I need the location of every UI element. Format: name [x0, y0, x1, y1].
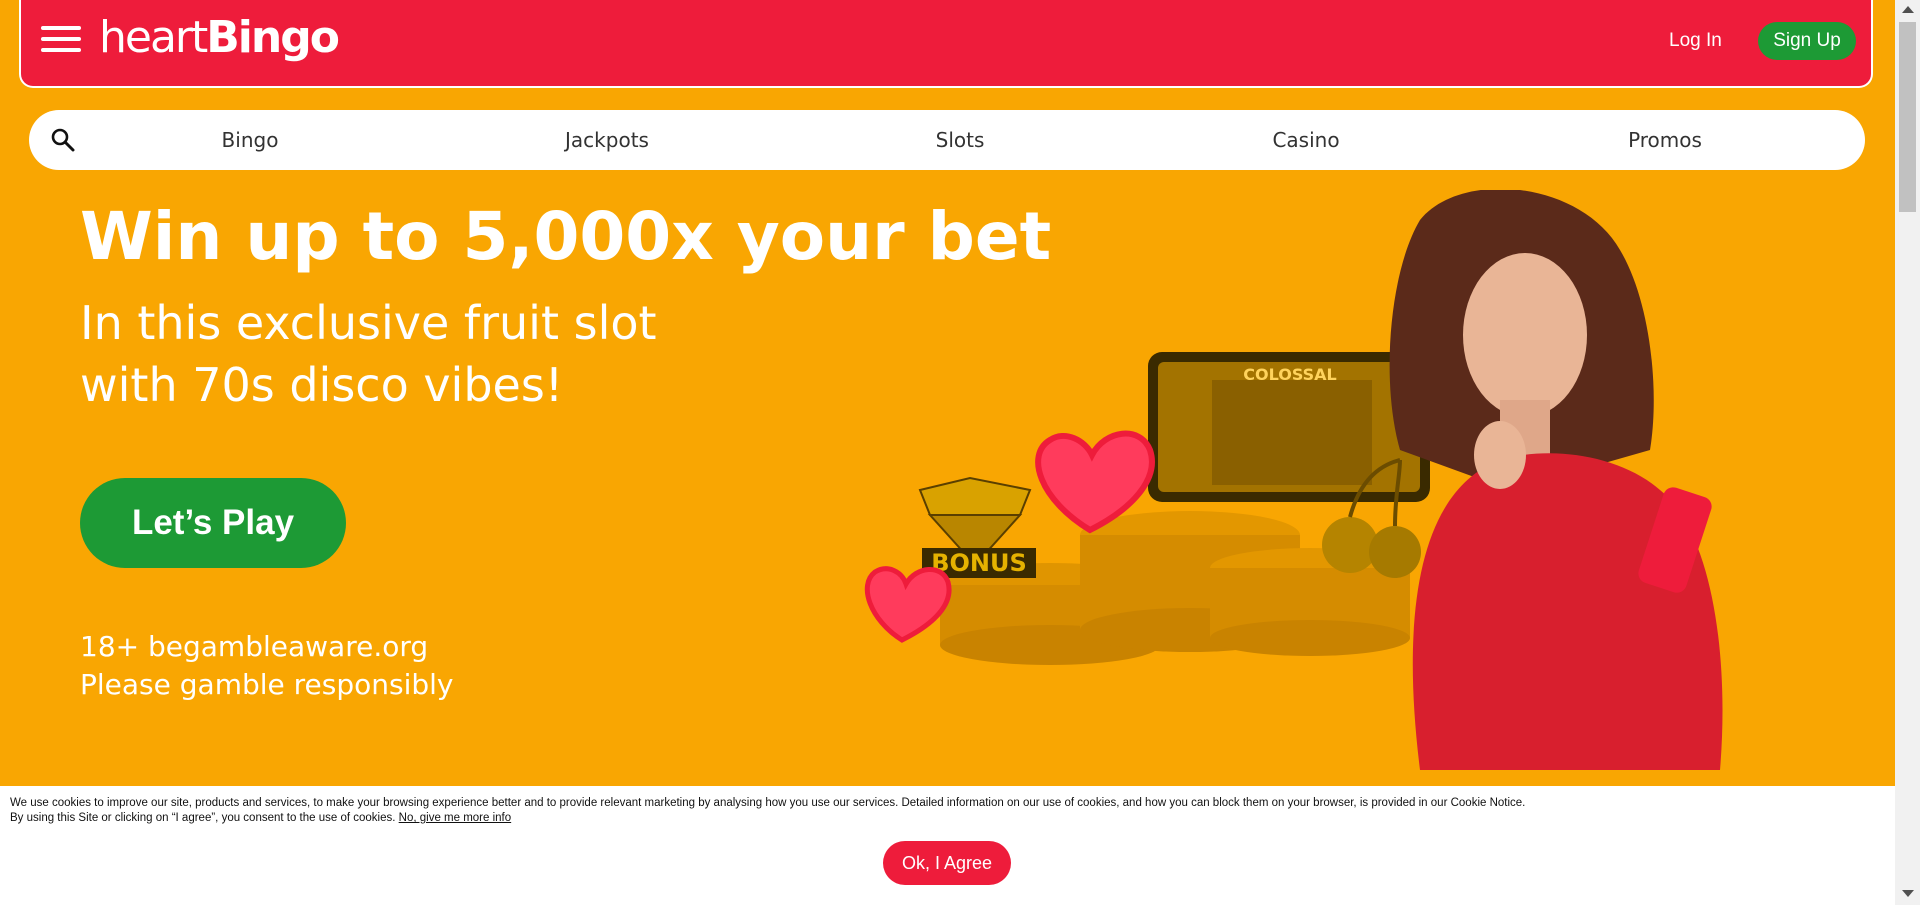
hero-artwork: COLOSSAL BONUS	[864, 190, 1723, 770]
slot-title: COLOSSAL	[1243, 365, 1336, 384]
nav-item-jackpots[interactable]: Jackpots	[565, 110, 649, 170]
bonus-label: BONUS	[931, 549, 1027, 577]
signup-button[interactable]: Sign Up	[1758, 22, 1856, 60]
more-info-link[interactable]: No, give me more info	[399, 812, 512, 824]
category-nav: Bingo Jackpots Slots Casino Promos	[29, 110, 1865, 170]
responsible-gambling-notice: 18+ begambleaware.org Please gamble resp…	[80, 628, 454, 704]
begambleaware-link[interactable]: 18+ begambleaware.org	[80, 630, 428, 663]
hero-subline-2: with 70s disco vibes!	[80, 358, 564, 412]
login-button[interactable]: Log In	[1669, 30, 1722, 52]
scroll-thumb[interactable]	[1899, 22, 1916, 212]
cookie-text-line-1: We use cookies to improve our site, prod…	[10, 797, 1526, 809]
menu-icon[interactable]	[41, 22, 81, 56]
scroll-down-icon[interactable]	[1902, 890, 1914, 897]
hero-subline-1: In this exclusive fruit slot	[80, 296, 657, 350]
bonus-diamond: BONUS	[918, 476, 1036, 578]
logo-part-bingo: Bingo	[206, 12, 340, 63]
logo-part-heart: heart	[99, 12, 208, 63]
nav-item-casino[interactable]: Casino	[1272, 110, 1339, 170]
gamble-responsibly-text: Please gamble responsibly	[80, 668, 454, 701]
lets-play-button[interactable]: Let’s Play	[80, 478, 346, 568]
tablet-slot-game: COLOSSAL	[1148, 352, 1430, 502]
woman-with-phone	[1389, 190, 1723, 770]
cookie-text: We use cookies to improve our site, prod…	[10, 796, 1870, 826]
nav-item-slots[interactable]: Slots	[936, 110, 985, 170]
nav-item-promos[interactable]: Promos	[1628, 110, 1702, 170]
cookie-banner: We use cookies to improve our site, prod…	[0, 786, 1895, 905]
cookie-text-line-2: By using this Site or clicking on “I agr…	[10, 812, 396, 824]
search-icon[interactable]	[50, 127, 76, 153]
scroll-up-icon[interactable]	[1902, 6, 1914, 13]
heart-small-icon	[864, 566, 952, 643]
hero-subline: In this exclusive fruit slot with 70s di…	[80, 292, 800, 416]
page-scrollbar[interactable]	[1895, 0, 1920, 905]
nav-item-bingo[interactable]: Bingo	[222, 110, 279, 170]
site-logo[interactable]: heartBingo	[99, 12, 340, 64]
site-header: heartBingo Log In Sign Up	[19, 0, 1873, 88]
agree-cookies-button[interactable]: Ok, I Agree	[883, 841, 1011, 885]
